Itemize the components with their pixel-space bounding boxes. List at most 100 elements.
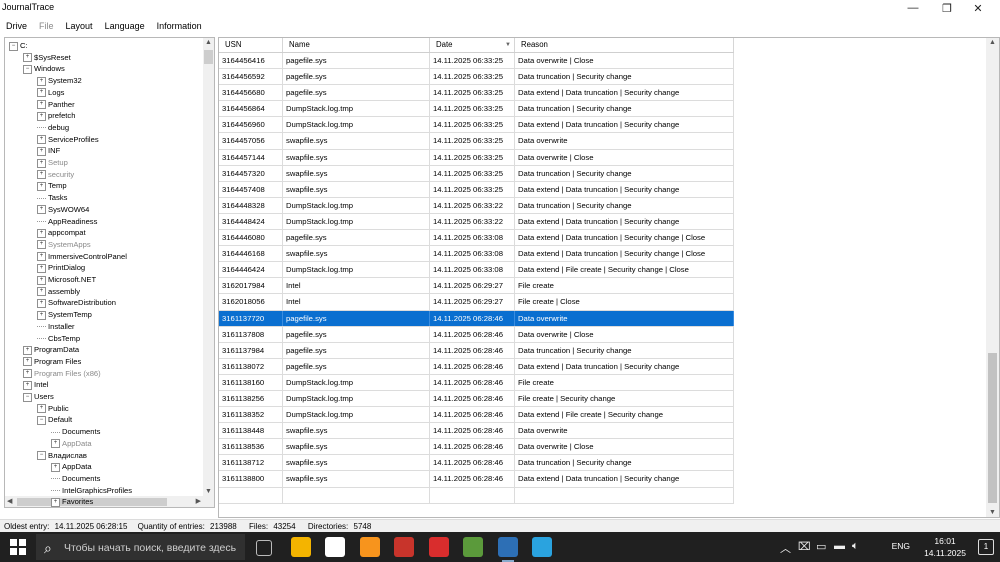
taskbar-search-box[interactable]: ⌕ Чтобы начать поиск, введите здесь bbox=[36, 534, 245, 560]
expand-icon[interactable]: + bbox=[23, 380, 32, 390]
tree-node[interactable]: Documents bbox=[51, 473, 100, 485]
table-row[interactable]: 3164457144 swapfile.sys 14.11.2025 06:33:2… bbox=[219, 149, 734, 166]
collapse-icon[interactable]: − bbox=[9, 41, 18, 51]
expand-icon[interactable]: + bbox=[23, 345, 32, 355]
tree-node[interactable]: CbsTemp bbox=[37, 333, 80, 345]
table-row[interactable]: 3161138712 swapfile.sys 14.11.2025 06:28:4… bbox=[219, 455, 734, 472]
tree-node[interactable]: + Program Files (x86) bbox=[23, 368, 101, 380]
tree-node[interactable]: + Program Files bbox=[23, 356, 81, 368]
table-row[interactable]: 3162017984 Intel 14.11.2025 06:29:27 File c… bbox=[219, 278, 734, 295]
table-row[interactable]: 3161138800 swapfile.sys 14.11.2025 06:28:4… bbox=[219, 471, 734, 488]
menu-information[interactable]: Information bbox=[151, 21, 208, 31]
expand-icon[interactable]: + bbox=[37, 158, 46, 168]
expand-icon[interactable]: + bbox=[37, 404, 46, 414]
table-row[interactable]: 3164457056 swapfile.sys 14.11.2025 06:33:2… bbox=[219, 133, 734, 150]
tree-node[interactable]: Documents bbox=[51, 426, 100, 438]
directory-tree[interactable]: ▲ ▼ ◀ ▶ − C: + $SysReset − Windows + System32 + L… bbox=[4, 37, 215, 508]
tree-node[interactable]: + SystemTemp bbox=[37, 309, 92, 321]
tree-node[interactable]: − Windows bbox=[23, 63, 65, 75]
tree-node[interactable]: + ServiceProfiles bbox=[37, 134, 99, 146]
volume-icon[interactable]: 🔈︎ bbox=[852, 540, 859, 553]
media-app-icon[interactable] bbox=[428, 537, 449, 557]
tree-node[interactable]: + ProgramData bbox=[23, 344, 79, 356]
expand-icon[interactable]: + bbox=[37, 252, 46, 262]
table-row[interactable]: 3164448328 DumpStack.log.tmp 14.11.2025 06… bbox=[219, 197, 734, 214]
expand-icon[interactable]: + bbox=[37, 240, 46, 250]
column-header-reason[interactable]: Reason bbox=[515, 38, 734, 52]
input-language[interactable]: ENG bbox=[892, 541, 910, 551]
expand-icon[interactable]: + bbox=[37, 263, 46, 273]
expand-icon[interactable]: + bbox=[51, 462, 60, 472]
minimize-button[interactable]: — bbox=[897, 0, 929, 16]
expand-icon[interactable]: + bbox=[37, 275, 46, 285]
camera-icon[interactable]: ⌧ bbox=[798, 540, 811, 553]
tree-horizontal-scrollbar[interactable]: ◀ ▶ bbox=[5, 496, 203, 507]
tree-node[interactable]: + appcompat bbox=[37, 227, 86, 239]
table-row[interactable]: 3161137720 pagefile.sys 14.11.2025 06:28:4… bbox=[219, 310, 734, 327]
notifications-icon[interactable]: 1 bbox=[978, 539, 994, 555]
table-row[interactable]: 3164457320 swapfile.sys 14.11.2025 06:33:2… bbox=[219, 165, 734, 182]
table-row[interactable]: 3164456680 pagefile.sys 14.11.2025 06:33:2… bbox=[219, 85, 734, 102]
expand-icon[interactable]: + bbox=[37, 170, 46, 180]
menu-drive[interactable]: Drive bbox=[0, 21, 33, 31]
table-row[interactable]: 3164446424 DumpStack.log.tmp 14.11.2025 06… bbox=[219, 262, 734, 279]
collapse-icon[interactable]: − bbox=[37, 415, 46, 425]
tree-scroll-thumb[interactable] bbox=[204, 50, 213, 64]
collapse-icon[interactable]: − bbox=[37, 451, 46, 460]
collapse-icon[interactable]: − bbox=[23, 64, 32, 74]
tree-node[interactable]: + PrintDialog bbox=[37, 262, 85, 274]
table-row[interactable]: 3161138160 DumpStack.log.tmp 14.11.2025 06… bbox=[219, 374, 734, 391]
tree-node[interactable]: + System32 bbox=[37, 75, 82, 87]
scroll-down-icon[interactable]: ▼ bbox=[205, 488, 212, 495]
expand-icon[interactable]: + bbox=[37, 287, 46, 297]
clock[interactable]: 16:01 14.11.2025 bbox=[924, 535, 966, 559]
tree-node[interactable]: + AppData bbox=[51, 438, 92, 450]
table-row[interactable]: 3161138256 DumpStack.log.tmp 14.11.2025 06… bbox=[219, 390, 734, 408]
tree-vertical-scrollbar[interactable]: ▲ ▼ bbox=[203, 38, 214, 507]
expand-icon[interactable]: + bbox=[37, 205, 46, 215]
table-row[interactable]: 3164446080 pagefile.sys 14.11.2025 06:33:0… bbox=[219, 230, 734, 247]
tree-node[interactable]: debug bbox=[37, 122, 69, 134]
tree-node[interactable]: IntelGraphicsProfiles bbox=[51, 485, 132, 497]
grid-scroll-thumb[interactable] bbox=[988, 353, 997, 503]
editor-app-icon[interactable] bbox=[394, 537, 414, 557]
tree-node[interactable]: Installer bbox=[37, 321, 75, 333]
menu-file[interactable]: File bbox=[33, 21, 60, 31]
expand-icon[interactable]: + bbox=[23, 53, 32, 63]
tree-node[interactable]: + assembly bbox=[37, 286, 80, 298]
expand-icon[interactable]: + bbox=[37, 181, 46, 191]
expand-icon[interactable]: + bbox=[37, 228, 46, 238]
tree-node[interactable]: − Default bbox=[37, 414, 72, 426]
task-view-icon[interactable] bbox=[256, 540, 272, 556]
column-header-date[interactable]: Date ▼ bbox=[430, 38, 515, 52]
table-row[interactable]: 3164446168 swapfile.sys 14.11.2025 06:33:0… bbox=[219, 246, 734, 263]
expand-icon[interactable]: + bbox=[37, 310, 46, 320]
tree-node[interactable]: + SoftwareDistribution bbox=[37, 297, 116, 309]
table-row[interactable]: 3164456592 pagefile.sys 14.11.2025 06:33:2… bbox=[219, 69, 734, 86]
search-tool-icon[interactable] bbox=[359, 537, 380, 557]
battery-icon[interactable]: ▬ bbox=[834, 540, 845, 552]
tree-node[interactable]: Tasks bbox=[37, 192, 67, 204]
tree-node[interactable]: + AppData bbox=[51, 461, 92, 473]
tree-node[interactable]: + prefetch bbox=[37, 110, 75, 122]
network-icon[interactable]: ▭ bbox=[816, 540, 826, 553]
tree-node[interactable]: + Panther bbox=[37, 99, 75, 111]
tree-node[interactable]: + Temp bbox=[37, 180, 67, 192]
expand-icon[interactable]: + bbox=[23, 369, 32, 379]
expand-icon[interactable]: + bbox=[37, 135, 46, 145]
expand-icon[interactable]: + bbox=[37, 298, 46, 308]
tree-node[interactable]: + INF bbox=[37, 145, 60, 157]
scroll-down-icon[interactable]: ▼ bbox=[989, 509, 996, 516]
table-row[interactable]: 3162018056 Intel 14.11.2025 06:29:27 File c… bbox=[219, 294, 734, 311]
table-row[interactable]: 3164456960 DumpStack.log.tmp 14.11.2025 06… bbox=[219, 117, 734, 134]
journaltrace-icon[interactable] bbox=[497, 537, 518, 557]
expand-icon[interactable]: + bbox=[23, 357, 32, 367]
menu-language[interactable]: Language bbox=[99, 21, 151, 31]
table-row[interactable]: 3161137808 pagefile.sys 14.11.2025 06:28:4… bbox=[219, 326, 734, 343]
tree-node[interactable]: − Владислав bbox=[37, 450, 87, 462]
maximize-button[interactable]: ❐ bbox=[931, 0, 963, 16]
tree-node[interactable]: AppReadiness bbox=[37, 216, 97, 228]
tray-expand-icon[interactable]: ︿ bbox=[780, 540, 791, 556]
yandex-browser-icon[interactable] bbox=[325, 537, 345, 557]
expand-icon[interactable]: + bbox=[37, 76, 46, 86]
